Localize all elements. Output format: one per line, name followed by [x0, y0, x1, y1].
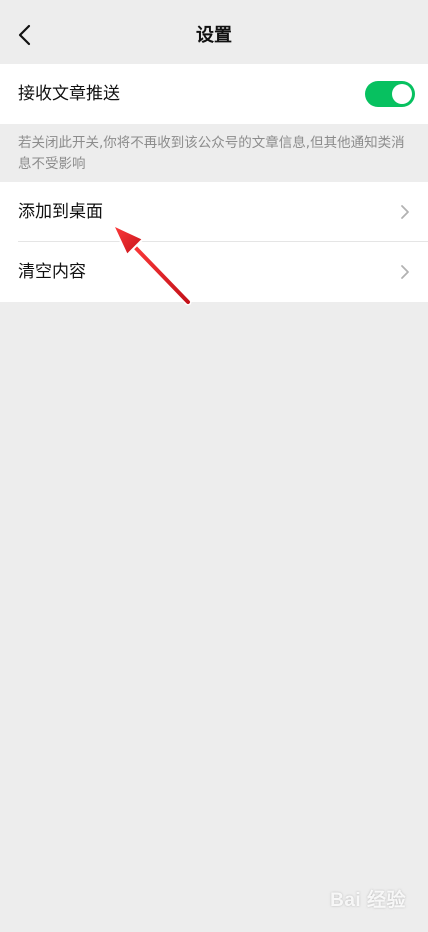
- add-to-desktop-label: 添加到桌面: [18, 202, 103, 222]
- toggle-knob: [392, 84, 412, 104]
- push-hint-text: 若关闭此开关,你将不再收到该公众号的文章信息,但其他通知类消息不受影响: [18, 135, 405, 172]
- clear-content-row[interactable]: 清空内容: [0, 242, 428, 302]
- push-setting-row: 接收文章推送: [0, 64, 428, 124]
- chevron-right-icon: [401, 265, 409, 279]
- menu-card: 添加到桌面 清空内容: [0, 182, 428, 302]
- add-to-desktop-row[interactable]: 添加到桌面: [0, 182, 428, 242]
- push-setting-card: 接收文章推送: [0, 64, 428, 124]
- nav-bar: 设置: [0, 0, 428, 70]
- page-title: 设置: [196, 25, 232, 46]
- push-setting-label: 接收文章推送: [18, 84, 120, 104]
- chevron-right-icon: [401, 205, 409, 219]
- push-toggle[interactable]: [365, 81, 415, 107]
- clear-content-label: 清空内容: [18, 262, 86, 282]
- watermark-logo: Bai 经验: [330, 890, 406, 911]
